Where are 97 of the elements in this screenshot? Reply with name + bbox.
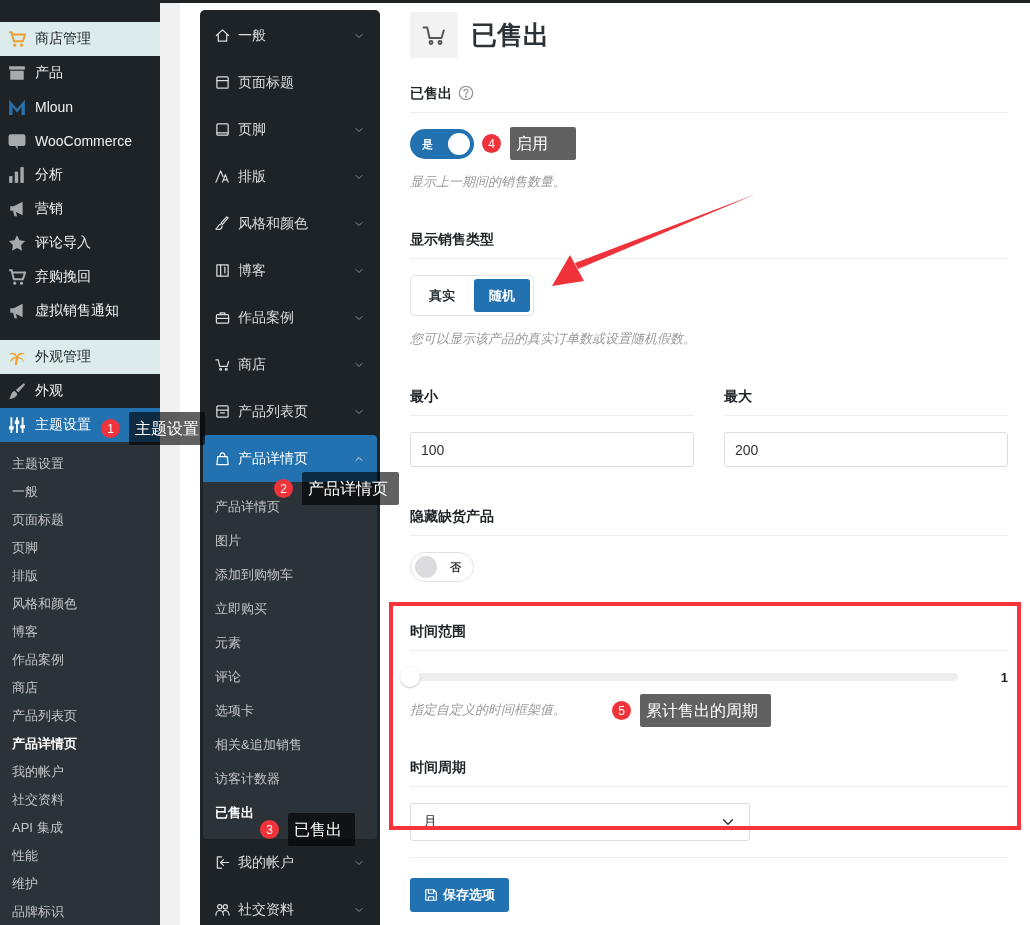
field-description: 显示上一期间的销售数量。 — [410, 174, 566, 190]
menu-item[interactable]: 弃购挽回 — [0, 260, 160, 294]
nav-subitem[interactable]: 添加到购物车 — [203, 558, 293, 592]
section-label: 时间范围 — [410, 622, 466, 641]
menu-item[interactable]: 虚拟销售通知 — [0, 294, 160, 328]
book-icon — [215, 263, 230, 278]
submenu-item[interactable]: 性能 — [0, 842, 160, 870]
submenu-item[interactable]: API 集成 — [0, 814, 160, 842]
input-field[interactable]: 100 — [410, 432, 694, 467]
briefcase-icon — [215, 310, 230, 325]
nav-subitem[interactable]: 元素 — [203, 626, 241, 660]
toggle-switch[interactable]: 否 — [410, 552, 474, 582]
toggle-switch[interactable]: 是 — [410, 129, 474, 159]
submenu-item[interactable]: 主题设置 — [0, 450, 160, 478]
sliders-icon — [8, 416, 26, 434]
nav-item[interactable]: 页脚 — [203, 106, 377, 153]
submenu-item[interactable]: 风格和颜色 — [0, 590, 160, 618]
nav-subitem[interactable]: 图片 — [203, 524, 241, 558]
nav-subitem[interactable]: 立即购买 — [203, 592, 267, 626]
nav-item[interactable]: 博客 — [203, 247, 377, 294]
square-icon — [215, 122, 230, 137]
menu-item[interactable]: 外观 — [0, 374, 160, 408]
section-label: 隐藏缺货产品 — [410, 507, 494, 526]
submenu-item[interactable]: 作品案例 — [0, 646, 160, 674]
tooltip: 累计售出的周期 — [640, 694, 771, 727]
submenu-item[interactable]: 社交资料 — [0, 786, 160, 814]
submenu-item[interactable]: 页脚 — [0, 534, 160, 562]
submenu-item[interactable]: 我的帐户 — [0, 758, 160, 786]
submenu-item[interactable]: 页面标题 — [0, 506, 160, 534]
submenu-item[interactable]: 产品详情页 — [0, 730, 160, 758]
section-label: 最大 — [724, 387, 752, 406]
tooltip: 主题设置 — [129, 412, 205, 445]
nav-item[interactable]: 排版 — [203, 153, 377, 200]
save-button[interactable]: 保存选项 — [410, 878, 509, 912]
star-icon — [8, 234, 26, 252]
segment-option[interactable]: 真实 — [414, 279, 470, 312]
tooltip: 产品详情页 — [302, 472, 399, 505]
section-label: 最小 — [410, 387, 438, 406]
brush-icon — [215, 216, 230, 231]
text-style-icon — [215, 169, 230, 184]
segment-option[interactable]: 随机 — [474, 279, 530, 312]
cart-icon — [8, 30, 26, 48]
archive-box-icon — [8, 64, 26, 82]
cart-icon — [215, 357, 230, 372]
field-description: 您可以显示该产品的真实订单数或设置随机假数。 — [410, 331, 696, 347]
m-logo-icon — [8, 98, 26, 116]
number-badge: 5 — [612, 701, 631, 720]
nav-item[interactable]: 商店 — [203, 341, 377, 388]
menu-item[interactable]: 营销 — [0, 192, 160, 226]
nav-item[interactable]: 页面标题 — [203, 59, 377, 106]
menu-item[interactable]: 产品 — [0, 56, 160, 90]
section-label: 已售出 — [410, 84, 452, 103]
nav-subitem[interactable]: 相关&追加销售 — [203, 728, 302, 762]
nav-item[interactable]: 产品列表页 — [203, 388, 377, 435]
speech-bubble-icon — [8, 132, 26, 150]
submenu-item[interactable]: 品牌标识 — [0, 898, 160, 925]
number-badge: 4 — [482, 134, 501, 153]
house-icon — [215, 28, 230, 43]
cart-icon — [8, 268, 26, 286]
tooltip: 已售出 — [288, 813, 355, 846]
slider-value: 1 — [999, 669, 1008, 685]
tooltip: 启用 — [510, 127, 576, 160]
section-label: 时间周期 — [410, 758, 466, 777]
menu-item[interactable]: 评论导入 — [0, 226, 160, 260]
section-label: 显示销售类型 — [410, 230, 494, 249]
megaphone-icon — [8, 200, 26, 218]
menu-item[interactable]: 分析 — [0, 158, 160, 192]
bar-chart-icon — [8, 166, 26, 184]
nav-subitem[interactable]: 访客计数器 — [203, 762, 280, 796]
nav-subitem[interactable]: 已售出 — [203, 796, 254, 830]
input-field[interactable]: 200 — [724, 432, 1008, 467]
nav-item[interactable]: 风格和颜色 — [203, 200, 377, 247]
nav-subitem[interactable]: 评论 — [203, 660, 241, 694]
menu-item[interactable]: WooCommerce — [0, 124, 160, 158]
submenu-item[interactable]: 维护 — [0, 870, 160, 898]
submenu-item[interactable]: 一般 — [0, 478, 160, 506]
submenu-item[interactable]: 博客 — [0, 618, 160, 646]
submenu-item[interactable]: 产品列表页 — [0, 702, 160, 730]
submenu-item[interactable]: 排版 — [0, 562, 160, 590]
megaphone-icon — [8, 302, 26, 320]
people-icon — [215, 902, 230, 917]
page-title: 已售出 — [471, 18, 549, 52]
nav-item[interactable]: 一般 — [203, 12, 377, 59]
sign-in-icon — [215, 855, 230, 870]
shopping-bag-icon — [215, 451, 230, 466]
nav-item[interactable]: 作品案例 — [203, 294, 377, 341]
nav-item[interactable]: 社交资料 — [203, 886, 377, 925]
window-icon — [215, 75, 230, 90]
menu-item[interactable]: Mloun — [0, 90, 160, 124]
slider-thumb[interactable] — [400, 667, 420, 687]
menu-item[interactable]: 外观管理 — [0, 340, 160, 374]
field-description: 指定自定义的时间框架值。 — [410, 702, 566, 718]
archive-box-icon — [215, 404, 230, 419]
nav-subitem[interactable]: 选项卡 — [203, 694, 254, 728]
brush-icon — [8, 382, 26, 400]
submenu-item[interactable]: 商店 — [0, 674, 160, 702]
menu-item[interactable]: 商店管理 — [0, 22, 160, 56]
